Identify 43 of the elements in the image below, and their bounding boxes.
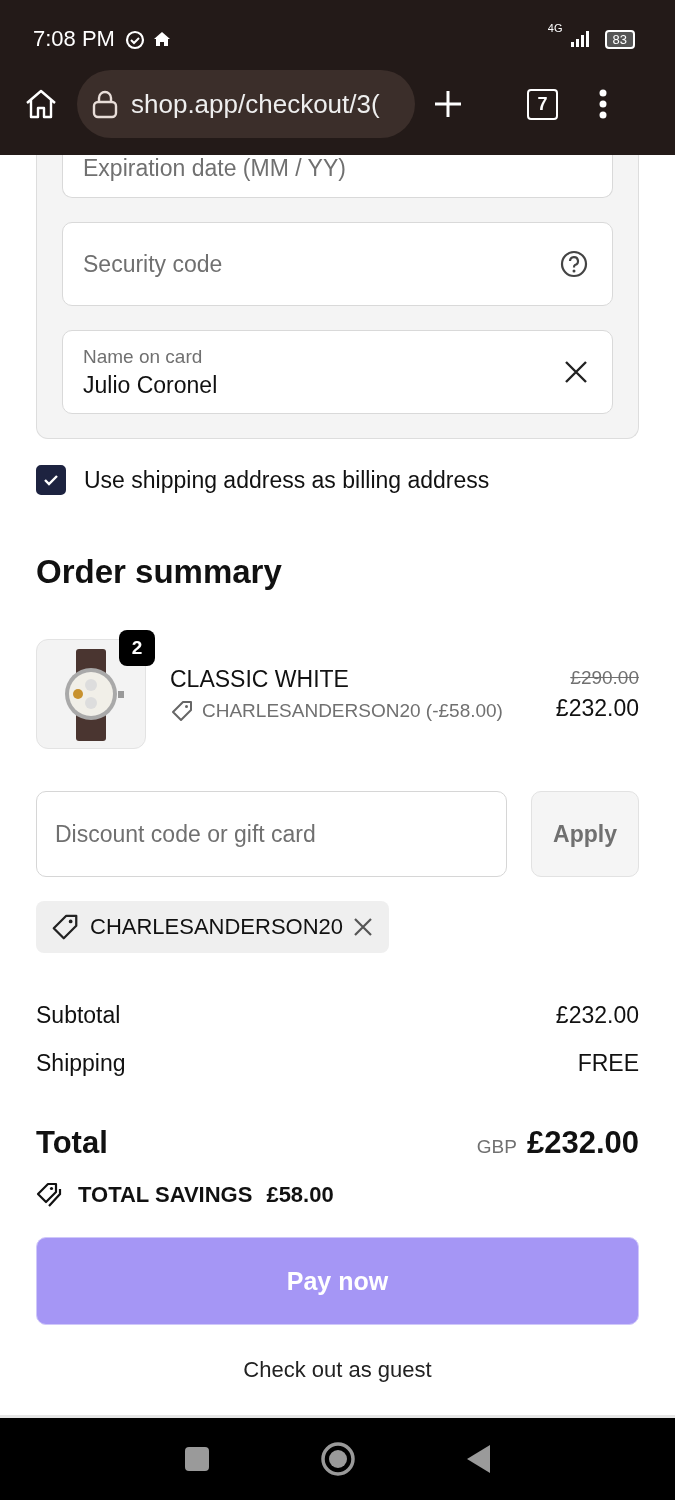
summary-label: Shipping xyxy=(36,1049,126,1077)
savings-label: TOTAL SAVINGS xyxy=(78,1182,253,1208)
product-name: CLASSIC WHITE xyxy=(170,665,350,693)
discount-code-field[interactable]: Discount code or gift card xyxy=(36,791,507,877)
tab-count-button[interactable]: 7 xyxy=(527,88,558,120)
total-label: Total xyxy=(36,1125,108,1161)
url-text: shop.app/checkout/3( xyxy=(131,88,380,120)
home-button-icon[interactable] xyxy=(319,1441,356,1477)
help-icon[interactable] xyxy=(560,250,588,278)
total-amount: £232.00 xyxy=(526,1125,639,1161)
network-label: 4G xyxy=(547,22,563,34)
apply-button[interactable]: Apply xyxy=(531,791,639,877)
expiration-field[interactable]: Expiration date (MM / YY) xyxy=(62,155,613,198)
name-on-card-field[interactable]: Name on card Julio Coronel xyxy=(62,330,613,414)
remove-icon[interactable] xyxy=(353,917,374,937)
back-icon[interactable] xyxy=(465,1444,492,1474)
status-time: 7:08 PM xyxy=(33,26,115,52)
address-bar[interactable]: shop.app/checkout/3( xyxy=(77,70,415,138)
discount-applied-text: CHARLESANDERSON20 (-£58.00) xyxy=(202,699,503,722)
billing-checkbox[interactable] xyxy=(36,465,66,495)
signal-icon xyxy=(568,31,591,47)
new-tab-icon[interactable] xyxy=(433,89,463,119)
original-price: £290.00 xyxy=(570,666,639,689)
quantity-badge: 2 xyxy=(119,630,155,666)
tag-icon xyxy=(170,698,194,723)
security-code-field[interactable]: Security code xyxy=(62,222,613,306)
summary-label: Subtotal xyxy=(36,1001,121,1029)
summary-value: £232.00 xyxy=(555,1001,639,1029)
battery-indicator: 83 xyxy=(604,29,635,49)
discount-code: CHARLESANDERSON20 xyxy=(90,914,344,940)
clear-icon[interactable] xyxy=(564,360,588,384)
summary-value: FREE xyxy=(577,1049,639,1077)
section-heading: Order summary xyxy=(36,553,283,591)
guest-checkout-link[interactable]: Check out as guest xyxy=(243,1357,432,1383)
recents-icon[interactable] xyxy=(183,1446,210,1472)
currency-label: GBP xyxy=(476,1136,517,1158)
savings-amount: £58.00 xyxy=(266,1182,334,1208)
lock-icon xyxy=(91,89,119,119)
item-price: £232.00 xyxy=(555,694,639,722)
checkbox-label: Use shipping address as billing address xyxy=(84,466,490,494)
home-icon xyxy=(152,30,171,48)
tag-icon xyxy=(50,912,80,942)
menu-icon[interactable] xyxy=(598,89,608,119)
